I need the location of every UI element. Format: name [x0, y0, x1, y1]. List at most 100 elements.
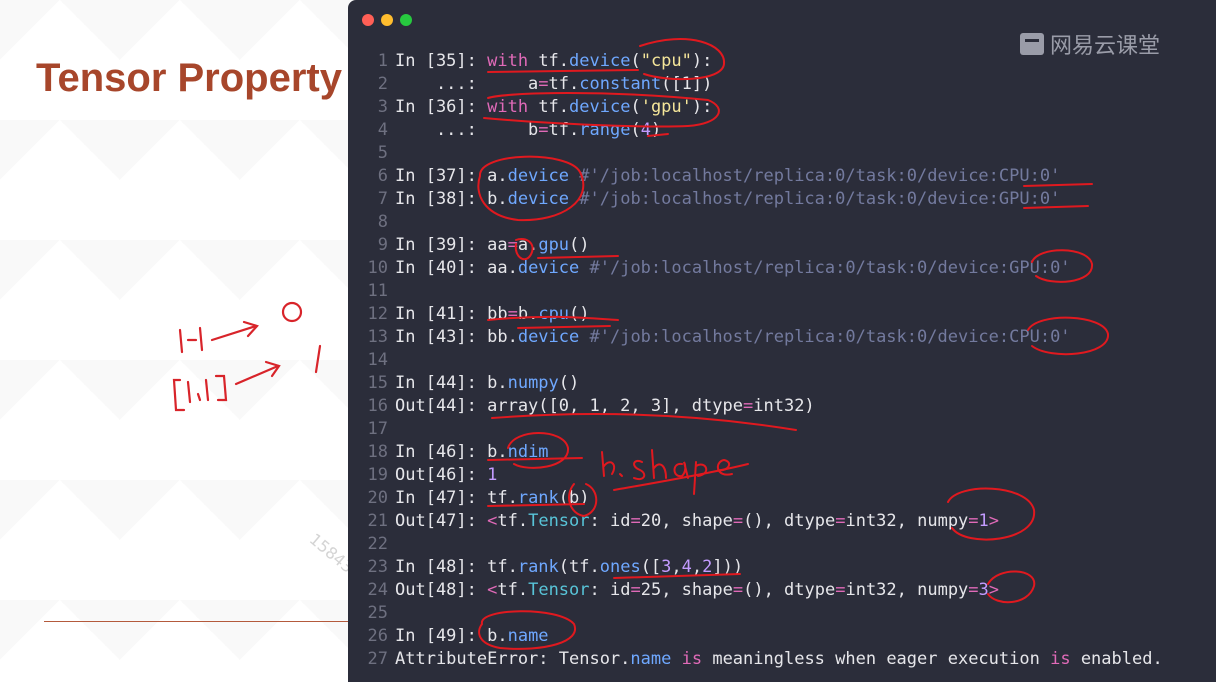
line-number: 23: [367, 557, 388, 577]
code-text: In [35]: with tf.device("cpu"):: [395, 50, 712, 73]
code-token: enabled.: [1070, 649, 1163, 669]
code-token: =: [732, 511, 744, 531]
line-number: 20: [367, 488, 388, 508]
slide-divider: [44, 621, 354, 622]
code-token: In [37]: a.: [395, 166, 508, 186]
code-text: In [49]: b.name: [395, 625, 549, 648]
code-text: In [39]: aa=a.gpu(): [395, 234, 590, 257]
code-token: Out[48]:: [395, 580, 488, 600]
code-token: (): [569, 235, 590, 255]
code-line: 5: [362, 142, 1163, 165]
code-line: 20 In [47]: tf.rank(b): [362, 487, 1163, 510]
code-token: (), dtype: [743, 580, 836, 600]
code-line: 24 Out[48]: <tf.Tensor: id=25, shape=(), …: [362, 579, 1163, 602]
code-token: <: [487, 511, 498, 531]
code-token: In [46]: b.: [395, 442, 508, 462]
line-number: 17: [367, 419, 388, 439]
code-line: 16 Out[44]: array([0, 1, 2, 3], dtype=int…: [362, 395, 1163, 418]
code-token: ):: [691, 51, 713, 71]
line-number: 21: [367, 511, 388, 531]
code-text: In [48]: tf.rank(tf.ones([3,4,2])): [395, 556, 743, 579]
code-token: device: [569, 51, 631, 71]
code-token: =: [507, 235, 518, 255]
code-token: ...: a: [395, 74, 539, 94]
code-line: 21 Out[47]: <tf.Tensor: id=20, shape=(), …: [362, 510, 1163, 533]
code-line: 2 ...: a=tf.constant([1]): [362, 73, 1163, 96]
code-token: tf.: [548, 120, 580, 140]
code-line: 23 In [48]: tf.rank(tf.ones([3,4,2])): [362, 556, 1163, 579]
code-line: 10 In [40]: aa.device #'/job:localhost/re…: [362, 257, 1163, 280]
code-token: #'/job:localhost/replica:0/task:0/device…: [579, 189, 1061, 209]
code-token: In [49]: b.: [395, 626, 508, 646]
code-token: 3: [978, 580, 989, 600]
line-number: 15: [367, 373, 388, 393]
code-token: Out[47]:: [395, 511, 488, 531]
code-token: =: [732, 580, 744, 600]
code-line: 11: [362, 280, 1163, 303]
code-token: with: [487, 51, 529, 71]
code-token: 'gpu': [640, 97, 692, 117]
code-token: 2: [702, 557, 713, 577]
code-text: ...: b=tf.range(4): [395, 119, 661, 142]
code-token: ([: [640, 557, 662, 577]
code-token: (tf.: [558, 557, 600, 577]
code-token: =: [835, 511, 846, 531]
code-token: numpy: [507, 373, 559, 393]
code-token: In [36]:: [395, 97, 488, 117]
line-number: 1: [377, 51, 388, 71]
code-token: In [48]: tf.: [395, 557, 518, 577]
code-token: device: [517, 258, 580, 278]
line-number: 16: [367, 396, 388, 416]
code-text: In [37]: a.device #'/job:localhost/repli…: [395, 165, 1060, 188]
code-line: 8: [362, 211, 1163, 234]
code-token: name: [507, 626, 549, 646]
code-listing: 1 In [35]: with tf.device("cpu"): 2 ...: a…: [362, 50, 1163, 671]
code-line: 27 AttributeError: Tensor.name is meaning…: [362, 648, 1163, 671]
code-text: In [40]: aa.device #'/job:localhost/repl…: [395, 257, 1071, 280]
code-token: constant: [579, 74, 662, 94]
code-token: ):: [691, 97, 713, 117]
line-number: 14: [367, 350, 388, 370]
terminal-window: 网易云课堂 1 In [35]: with tf.device("cpu"): 2 …: [348, 0, 1216, 682]
code-line: 3 In [36]: with tf.device('gpu'):: [362, 96, 1163, 119]
code-token: tf.: [497, 580, 529, 600]
code-token: rank: [517, 488, 559, 508]
slide-title: Tensor Property: [36, 56, 342, 100]
code-token: ): [650, 120, 662, 140]
code-token: In [40]: aa.: [395, 258, 518, 278]
code-text: Out[48]: <tf.Tensor: id=25, shape=(), dt…: [395, 579, 999, 602]
code-token: In [38]: b.: [395, 189, 508, 209]
code-token: a.: [517, 235, 539, 255]
code-line: 1 In [35]: with tf.device("cpu"):: [362, 50, 1163, 73]
minimize-button[interactable]: [381, 14, 393, 26]
code-token: b.: [517, 304, 539, 324]
line-number: 8: [377, 212, 388, 232]
code-line: 9 In [39]: aa=a.gpu(): [362, 234, 1163, 257]
line-number: 10: [367, 258, 388, 278]
code-token: tf.: [497, 511, 529, 531]
code-token: device: [507, 189, 570, 209]
close-button[interactable]: [362, 14, 374, 26]
code-token: tf.: [528, 97, 570, 117]
code-line: 4 ...: b=tf.range(4): [362, 119, 1163, 142]
line-number: 3: [377, 97, 388, 117]
line-number: 25: [367, 603, 388, 623]
line-number: 24: [367, 580, 388, 600]
line-number: 18: [367, 442, 388, 462]
line-number: 11: [367, 281, 388, 301]
code-text: In [36]: with tf.device('gpu'):: [395, 96, 712, 119]
code-line: 25: [362, 602, 1163, 625]
code-token: (b): [558, 488, 590, 508]
code-token: cpu: [538, 304, 570, 324]
code-token: Tensor: [528, 511, 590, 531]
code-token: with: [487, 97, 529, 117]
maximize-button[interactable]: [400, 14, 412, 26]
code-token: int32, numpy: [845, 580, 969, 600]
code-token: device: [569, 97, 631, 117]
code-token: =: [835, 580, 846, 600]
code-token: 20, shape: [640, 511, 733, 531]
code-token: <: [487, 580, 498, 600]
line-number: 9: [377, 235, 388, 255]
